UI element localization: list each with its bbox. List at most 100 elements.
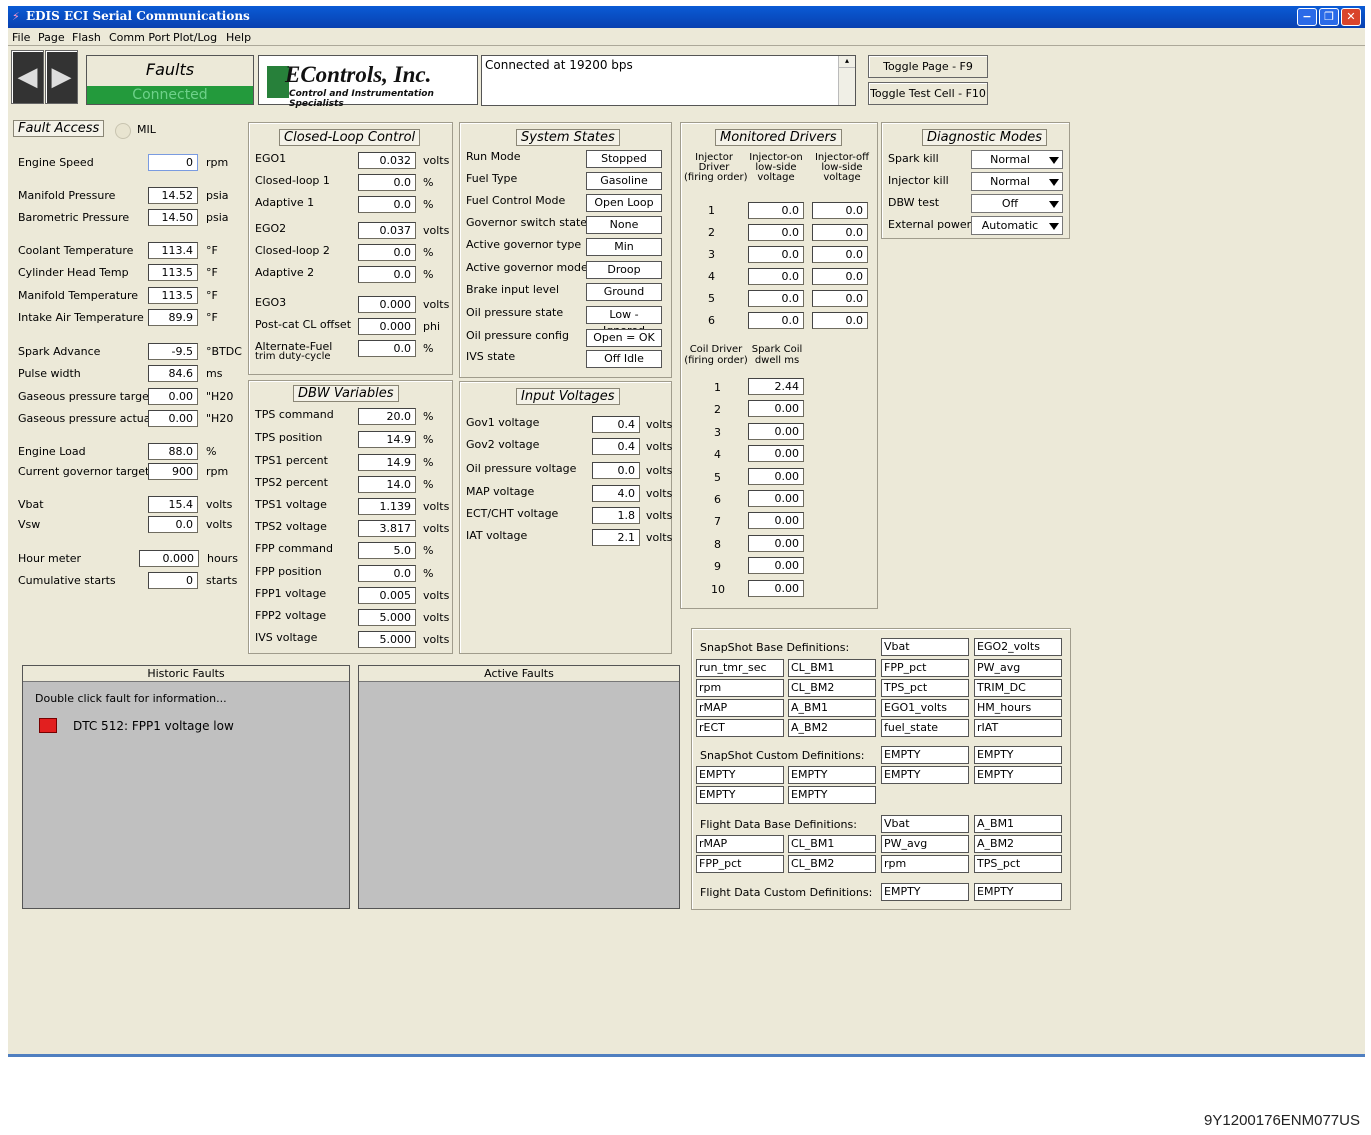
closed-loop-value: 0.0 xyxy=(358,266,416,283)
logo-name: EControls, Inc. xyxy=(285,62,432,87)
back-arrow-button[interactable]: ◀ xyxy=(11,50,44,104)
coil-number: 1 xyxy=(714,381,721,394)
diagnostic-mode-dropdown[interactable]: Off xyxy=(971,194,1063,213)
scroll-up-icon[interactable]: ▴ xyxy=(839,56,855,68)
dbw-value: 0.0 xyxy=(358,565,416,582)
fault-access-unit: % xyxy=(206,445,217,458)
fault-item[interactable]: DTC 512: FPP1 voltage low xyxy=(39,716,289,736)
fault-access-value: 88.0 xyxy=(148,443,198,460)
dropdown-arrow-icon[interactable] xyxy=(1049,179,1059,186)
diagnostic-mode-dropdown[interactable]: Automatic xyxy=(971,216,1063,235)
definition-field[interactable]: Vbat xyxy=(881,638,969,656)
definition-field[interactable]: run_tmr_sec xyxy=(696,659,784,677)
definition-field[interactable]: rMAP xyxy=(696,699,784,717)
definition-field[interactable]: TPS_pct xyxy=(974,855,1062,873)
diagnostic-mode-dropdown[interactable]: Normal xyxy=(971,150,1063,169)
definition-field[interactable]: EMPTY xyxy=(974,883,1062,901)
dbw-unit: % xyxy=(423,410,434,423)
definition-field[interactable]: EGO1_volts xyxy=(881,699,969,717)
definition-field[interactable]: A_BM1 xyxy=(974,815,1062,833)
coil-number: 2 xyxy=(714,403,721,417)
system-state-value: Off Idle xyxy=(586,350,662,368)
definition-field[interactable]: rpm xyxy=(881,855,969,873)
closed-loop-value: 0.0 xyxy=(358,174,416,191)
fault-access-value: 89.9 xyxy=(148,309,198,326)
definition-field[interactable]: CL_BM2 xyxy=(788,679,876,697)
injector-number: 5 xyxy=(708,292,715,305)
dbw-value: 14.0 xyxy=(358,476,416,493)
coil-number: 8 xyxy=(714,537,721,551)
definition-field[interactable]: A_BM2 xyxy=(788,719,876,737)
definition-field[interactable]: A_BM2 xyxy=(974,835,1062,853)
menu-page[interactable]: Page xyxy=(38,31,65,44)
dbw-value: 1.139 xyxy=(358,498,416,515)
menu-flash[interactable]: Flash xyxy=(72,31,101,44)
fault-item-label: DTC 512: FPP1 voltage low xyxy=(73,719,234,733)
definition-field[interactable]: EMPTY xyxy=(974,766,1062,784)
definition-field[interactable]: rECT xyxy=(696,719,784,737)
closed-loop-label: Adaptive 1 xyxy=(255,196,315,209)
fault-access-value: 0.000 xyxy=(139,550,199,567)
diagnostic-mode-dropdown[interactable]: Normal xyxy=(971,172,1063,191)
fault-access-unit: °F xyxy=(206,289,218,302)
dbw-unit: volts xyxy=(423,589,450,602)
definition-field[interactable]: PW_avg xyxy=(974,659,1062,677)
menu-file[interactable]: File xyxy=(12,31,30,44)
definition-field[interactable]: TPS_pct xyxy=(881,679,969,697)
definition-field[interactable]: A_BM1 xyxy=(788,699,876,717)
historic-faults-panel[interactable]: Historic Faults Double click fault for i… xyxy=(22,665,350,909)
definition-field[interactable]: HM_hours xyxy=(974,699,1062,717)
dbw-unit: % xyxy=(423,544,434,557)
fault-access-unit: volts xyxy=(206,498,233,511)
menu-comm-port[interactable]: Comm Port xyxy=(109,31,170,44)
dbw-value: 3.817 xyxy=(358,520,416,537)
injector-off-value: 0.0 xyxy=(812,202,868,219)
definition-field[interactable]: CL_BM2 xyxy=(788,855,876,873)
definition-field[interactable]: EMPTY xyxy=(881,746,969,764)
definition-field[interactable]: FPP_pct xyxy=(881,659,969,677)
definition-field[interactable]: rIAT xyxy=(974,719,1062,737)
definition-field[interactable]: EMPTY xyxy=(974,746,1062,764)
definition-field[interactable]: rpm xyxy=(696,679,784,697)
forward-arrow-button[interactable]: ▶ xyxy=(45,50,78,104)
definition-field[interactable]: Vbat xyxy=(881,815,969,833)
closed-loop-label: EGO1 xyxy=(255,152,287,165)
definition-field[interactable]: TRIM_DC xyxy=(974,679,1062,697)
definition-field[interactable]: CL_BM1 xyxy=(788,835,876,853)
definition-field[interactable]: EGO2_volts xyxy=(974,638,1062,656)
fault-access-unit: rpm xyxy=(206,156,229,169)
definition-field[interactable]: EMPTY xyxy=(881,883,969,901)
definition-field[interactable]: PW_avg xyxy=(881,835,969,853)
definition-field[interactable]: FPP_pct xyxy=(696,855,784,873)
definition-field[interactable]: CL_BM1 xyxy=(788,659,876,677)
dropdown-arrow-icon[interactable] xyxy=(1049,201,1059,208)
minimize-button[interactable]: − xyxy=(1297,8,1317,26)
definition-field[interactable]: EMPTY xyxy=(788,766,876,784)
closed-loop-value: 0.000 xyxy=(358,318,416,335)
toggle-page-button[interactable]: Toggle Page - F9 xyxy=(868,55,988,78)
fault-access-value: 14.52 xyxy=(148,187,198,204)
dropdown-arrow-icon[interactable] xyxy=(1049,157,1059,164)
menu-plot-log[interactable]: Plot/Log xyxy=(173,31,217,44)
dwell-header: dwell ms xyxy=(754,355,800,366)
menu-help[interactable]: Help xyxy=(226,31,251,44)
toggle-test-cell-button[interactable]: Toggle Test Cell - F10 xyxy=(868,82,988,105)
message-scrollbar[interactable]: ▴ xyxy=(838,56,855,105)
input-voltage-unit: volts xyxy=(646,464,673,477)
definition-field[interactable]: rMAP xyxy=(696,835,784,853)
restore-button[interactable]: ❐ xyxy=(1319,8,1339,26)
definition-field[interactable]: EMPTY xyxy=(696,786,784,804)
closed-loop-label: trim duty-cycle xyxy=(255,351,331,362)
coil-number: 6 xyxy=(714,493,721,506)
closed-loop-label: Post-cat CL offset xyxy=(255,318,352,331)
close-button[interactable]: ✕ xyxy=(1341,8,1361,26)
definition-field[interactable]: fuel_state xyxy=(881,719,969,737)
definition-field[interactable]: EMPTY xyxy=(788,786,876,804)
dropdown-arrow-icon[interactable] xyxy=(1049,223,1059,230)
active-faults-panel[interactable]: Active Faults xyxy=(358,665,680,909)
historic-faults-header: Historic Faults xyxy=(23,666,349,682)
definition-field[interactable]: EMPTY xyxy=(696,766,784,784)
fault-access-unit: ms xyxy=(206,367,223,380)
definition-field[interactable]: EMPTY xyxy=(881,766,969,784)
system-state-label: Governor switch state xyxy=(466,216,588,229)
